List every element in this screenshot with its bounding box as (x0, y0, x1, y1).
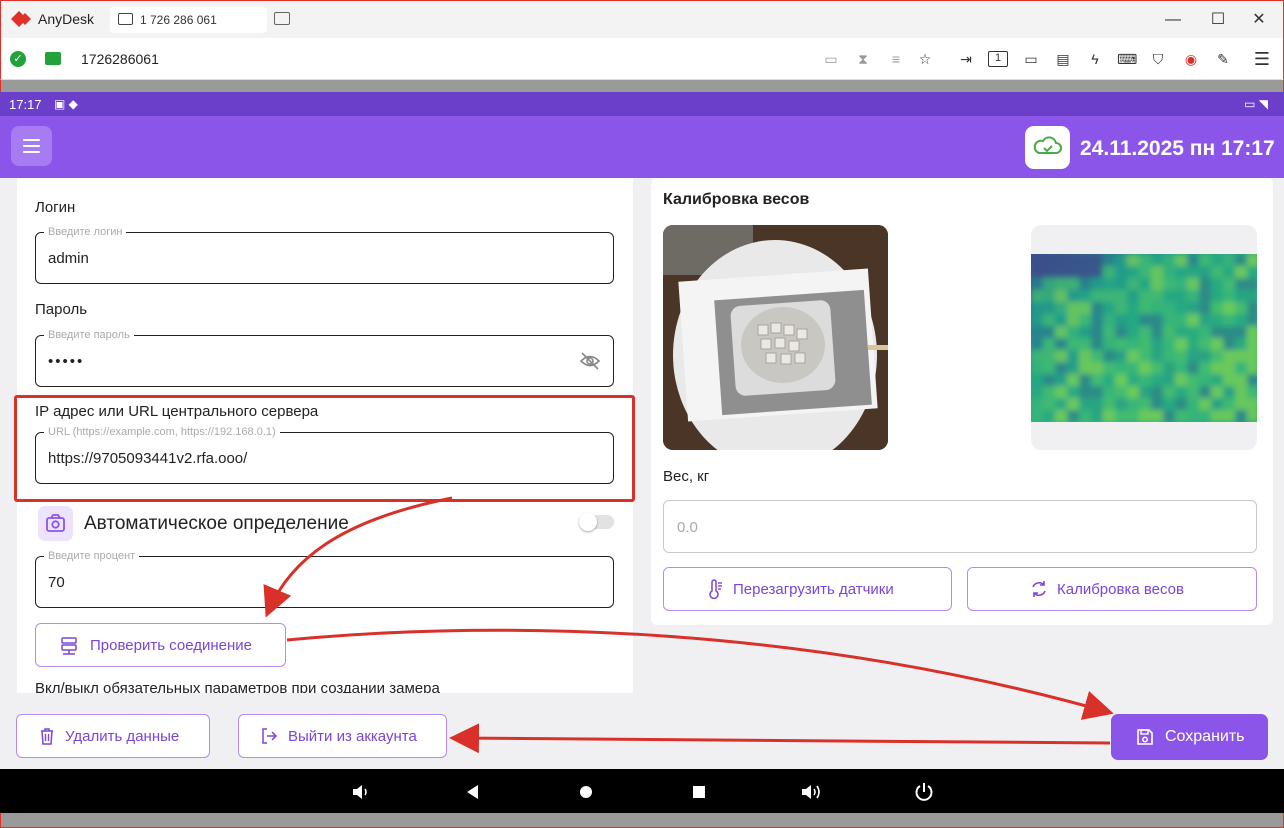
restart-sensors-button[interactable]: Перезагрузить датчики (663, 567, 952, 611)
trash-icon (41, 728, 53, 745)
close-button[interactable]: ✕ (1247, 9, 1271, 31)
camera-icon (38, 506, 73, 541)
heatmap-image (1031, 254, 1257, 422)
recents-icon[interactable] (688, 781, 710, 803)
calibration-panel: Калибровка весов Вес, кг 0.0 Перезагрузи… (651, 178, 1273, 625)
android-status-bar: 17:17 ▣ ◆ ▭ ◥ (0, 92, 1284, 116)
cast-wifi-icon: ▭ ◥ (1244, 97, 1268, 111)
logout-label: Выйти из аккаунта (288, 728, 417, 745)
scale-camera-photo (663, 225, 888, 450)
login-field[interactable]: Введите логин admin (35, 226, 614, 284)
actions-icon[interactable]: ϟ (1085, 49, 1105, 69)
required-params-label: Вкл/выкл обязательных параметров при соз… (35, 680, 440, 693)
volume-up-icon[interactable] (800, 781, 822, 803)
refresh-icon (1032, 581, 1046, 597)
weight-heatmap (1031, 225, 1257, 450)
chat-icon[interactable]: ▤ (1053, 49, 1073, 69)
restart-sensors-label: Перезагрузить датчики (733, 581, 894, 598)
weight-field[interactable]: 0.0 (663, 500, 1257, 553)
maximize-button[interactable]: ☐ (1206, 9, 1230, 31)
password-value: ••••• (48, 353, 85, 370)
delete-data-label: Удалить данные (65, 728, 180, 745)
weight-label: Вес, кг (663, 468, 710, 485)
delete-data-button[interactable]: Удалить данные (16, 714, 210, 758)
password-placeholder: Введите пароль (44, 329, 134, 341)
login-placeholder: Введите логин (44, 226, 127, 238)
main-menu-icon[interactable]: ☰ (1252, 49, 1272, 69)
cloud-sync-icon[interactable] (1025, 126, 1070, 169)
database-icon[interactable]: ≡ (886, 49, 906, 69)
session-tab-label: 1 726 286 061 (140, 13, 217, 27)
thermometer-icon (709, 579, 722, 599)
percent-field[interactable]: Введите процент 70 (35, 550, 614, 608)
notification-icons: ▣ ◆ (54, 97, 78, 111)
header-datetime: 24.11.2025 пн 17:17 (1080, 137, 1275, 160)
status-time: 17:17 (9, 97, 42, 112)
app-header: 24.11.2025 пн 17:17 (0, 116, 1284, 178)
anydesk-bottom-strip (0, 813, 1284, 828)
anydesk-titlebar: AnyDesk 1 726 286 061 — ☐ ✕ (0, 0, 1284, 38)
whiteboard-icon[interactable]: ✎ (1213, 49, 1233, 69)
android-nav-bar (0, 769, 1284, 813)
privacy-icon[interactable]: ▭ (821, 49, 841, 69)
session-tab[interactable]: 1 726 286 061 (110, 7, 267, 33)
save-button[interactable]: Сохранить (1111, 714, 1268, 760)
monitor-icon (118, 13, 133, 25)
server-field-highlight (14, 395, 635, 502)
percent-placeholder: Введите процент (44, 550, 140, 562)
calibrate-button[interactable]: Калибровка весов (967, 567, 1257, 611)
favorite-icon[interactable]: ☆ (915, 49, 935, 69)
check-connection-label: Проверить соединение (90, 637, 252, 654)
logout-icon (262, 728, 278, 744)
connection-ok-icon: ✓ (10, 51, 26, 67)
calibration-title: Калибровка весов (663, 191, 810, 208)
anydesk-frame-strip (0, 80, 1284, 92)
auto-detect-toggle[interactable] (579, 513, 614, 531)
remote-monitor-icon (45, 52, 61, 65)
display-icon[interactable]: ▭ (1021, 49, 1041, 69)
home-icon[interactable] (575, 781, 597, 803)
new-session-icon[interactable] (274, 12, 290, 25)
password-label: Пароль (35, 301, 88, 318)
password-field[interactable]: Введите пароль ••••• (35, 329, 614, 387)
auto-detect-label: Автоматическое определение (84, 513, 349, 534)
permissions-icon[interactable]: ⛉ (1148, 49, 1168, 69)
display-one-icon[interactable]: 1 (988, 51, 1008, 67)
weight-placeholder: 0.0 (677, 519, 698, 536)
hamburger-icon[interactable] (11, 126, 52, 166)
record-icon[interactable]: ◉ (1181, 49, 1201, 69)
minimize-button[interactable]: — (1161, 9, 1185, 31)
logout-button[interactable]: Выйти из аккаунта (238, 714, 447, 758)
back-icon[interactable] (462, 781, 484, 803)
login-value: admin (48, 250, 89, 267)
save-label: Сохранить (1165, 728, 1245, 745)
floppy-disk-icon (1137, 729, 1153, 745)
address-bar[interactable]: 1726286061 (71, 44, 811, 74)
eye-off-icon[interactable] (579, 351, 601, 371)
login-label: Логин (35, 199, 76, 216)
anydesk-logo-icon (11, 11, 31, 27)
calibrate-label: Калибровка весов (1057, 581, 1184, 598)
anydesk-app-name: AnyDesk (38, 11, 95, 27)
hourglass-icon[interactable]: ⧗ (853, 49, 873, 69)
volume-down-icon[interactable] (350, 781, 372, 803)
keyboard-icon[interactable]: ⌨ (1117, 49, 1137, 69)
check-connection-button[interactable]: Проверить соединение (35, 623, 286, 667)
anydesk-toolbar: ✓ 1726286061 ▭ ⧗ ≡ ☆ ⇥ 1 ▭ ▤ ϟ ⌨ ⛉ ◉ ✎ ☰ (0, 38, 1284, 80)
power-icon[interactable] (913, 781, 935, 803)
file-transfer-icon[interactable]: ⇥ (956, 49, 976, 69)
server-icon (61, 637, 77, 655)
percent-value: 70 (48, 574, 65, 591)
address-value: 1726286061 (81, 51, 159, 67)
